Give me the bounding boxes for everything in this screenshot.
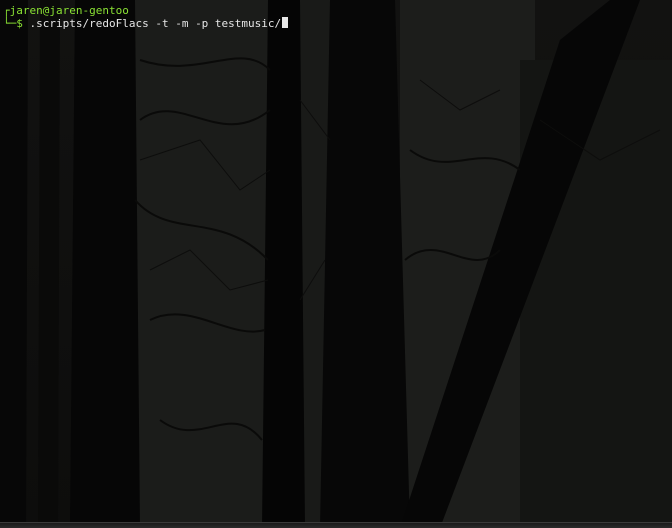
command-line[interactable]: └─$ .scripts/redoFlacs -t -m -p testmusi… (3, 17, 672, 30)
prompt-user-host: ┌jaren@jaren-gentoo (3, 4, 129, 17)
prompt-symbol: └─$ (3, 17, 30, 30)
prompt-header-line: ┌jaren@jaren-gentoo (3, 4, 672, 17)
cursor-block (282, 17, 289, 28)
terminal-window[interactable]: ┌jaren@jaren-gentoo └─$ .scripts/redoFla… (0, 0, 672, 522)
window-bottom-border (0, 522, 672, 528)
command-text[interactable]: .scripts/redoFlacs -t -m -p testmusic/ (30, 17, 282, 30)
